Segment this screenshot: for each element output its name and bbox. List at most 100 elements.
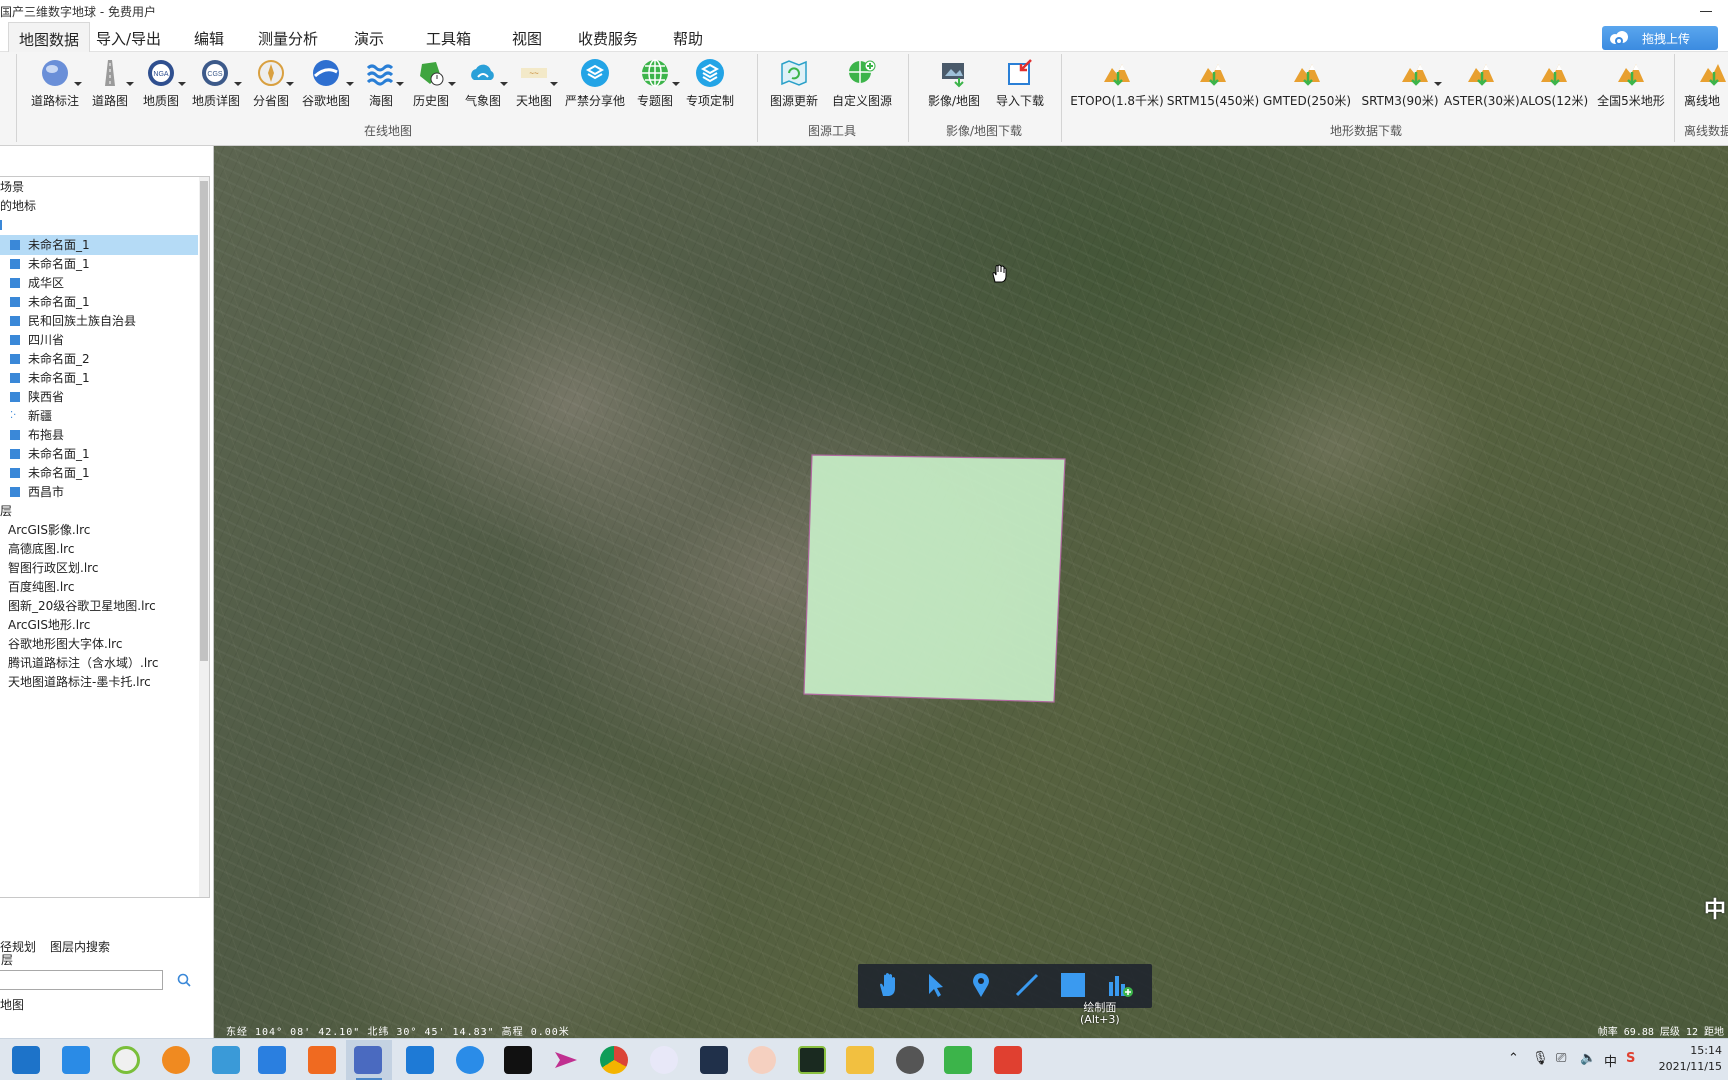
layer-item[interactable]: 腾讯道路标注（含水域）.lrc xyxy=(8,653,158,673)
nga-icon: NGA xyxy=(148,60,174,86)
google-map-button[interactable]: 谷歌地图 xyxy=(300,54,354,110)
drawn-polygon-layer xyxy=(803,454,1066,703)
taskbar-app-icon[interactable] xyxy=(700,1046,728,1074)
drag-upload-button[interactable]: 拖拽上传 xyxy=(1602,26,1718,50)
system-clock[interactable]: 15:14 2021/11/15 xyxy=(1659,1043,1722,1075)
taskbar-app-icon[interactable] xyxy=(212,1046,240,1074)
tree-layers-header[interactable]: 层 xyxy=(0,501,12,521)
history-map-button[interactable]: 历史图 xyxy=(410,54,456,110)
polygon-icon xyxy=(10,278,20,288)
layer-item[interactable]: 图新_20级谷歌卫星地图.lrc xyxy=(8,596,156,616)
taskbar-app-icon[interactable] xyxy=(62,1046,90,1074)
map-tree-item[interactable]: 地图 xyxy=(0,996,24,1013)
srtm3-button[interactable]: SRTM3(90米) xyxy=(1358,54,1442,110)
geology-map-button[interactable]: NGA 地质图 xyxy=(140,54,186,110)
menu-measure[interactable]: 测量分析 xyxy=(258,28,318,49)
menu-toolbox[interactable]: 工具箱 xyxy=(426,28,471,49)
taskbar-app-icon[interactable] xyxy=(748,1046,776,1074)
menu-map-data[interactable]: 地图数据 xyxy=(8,22,91,52)
image-map-download-button[interactable]: 影像/地图 xyxy=(924,54,984,110)
no-sharing-button[interactable]: 严禁分享他 xyxy=(564,54,626,110)
blender-icon[interactable] xyxy=(162,1046,190,1074)
tab-layer-search[interactable]: 图层内搜索 xyxy=(50,938,110,955)
tree-scrollbar[interactable] xyxy=(199,177,209,897)
draw-polygon-icon[interactable] xyxy=(1058,970,1088,1000)
taskbar-app-icon[interactable] xyxy=(406,1046,434,1074)
taskbar-app-icon[interactable] xyxy=(12,1046,40,1074)
taskbar-app-icon[interactable] xyxy=(994,1046,1022,1074)
layer-item[interactable]: 百度纯图.lrc xyxy=(8,577,74,597)
search-icon[interactable] xyxy=(176,972,192,988)
alos-button[interactable]: ALOS(12米) xyxy=(1520,54,1588,110)
import-download-button[interactable]: 导入下载 xyxy=(994,54,1046,110)
placemark-icon[interactable] xyxy=(966,970,996,1000)
chart-add-icon[interactable] xyxy=(1104,970,1134,1000)
taskbar-app-icon[interactable] xyxy=(112,1046,140,1074)
thematic-map-button[interactable]: 专题图 xyxy=(634,54,680,110)
tree-scrollbar-thumb[interactable] xyxy=(200,181,208,661)
geology-detail-button[interactable]: CGS 地质详图 xyxy=(190,54,242,110)
menu-help[interactable]: 帮助 xyxy=(673,28,703,49)
send-icon[interactable] xyxy=(552,1046,580,1074)
hand-pan-icon[interactable] xyxy=(874,970,904,1000)
menu-import-export[interactable]: 导入/导出 xyxy=(96,28,161,49)
layer-item[interactable]: 天地图道路标注-墨卡托.lrc xyxy=(8,672,151,692)
layer-item[interactable]: 智图行政区划.lrc xyxy=(8,558,98,578)
road-map-button[interactable]: 道路图 xyxy=(88,54,134,110)
gmted-button[interactable]: GMTED(250米) xyxy=(1262,54,1352,110)
taskbar-app-icon[interactable] xyxy=(308,1046,336,1074)
taskbar-app-icon[interactable] xyxy=(798,1046,826,1074)
aster-button[interactable]: ASTER(30米) xyxy=(1444,54,1520,110)
etopo-button[interactable]: ETOPO(1.8千米) xyxy=(1070,54,1164,110)
tianditu-button[interactable]: ~~ 天地图 xyxy=(512,54,558,110)
map-viewport[interactable]: 绘制面 (Alt+3) 中 东经 104° 08' 42.10" 北纬 30° … xyxy=(214,146,1728,1038)
sea-chart-button[interactable]: 海图 xyxy=(362,54,404,110)
drag-upload-label: 拖拽上传 xyxy=(1642,32,1691,46)
terminal-icon[interactable] xyxy=(504,1046,532,1074)
menu-presentation[interactable]: 演示 xyxy=(354,28,384,49)
tree-marks-header[interactable]: 的地标 xyxy=(0,196,36,216)
layer-search-input[interactable]: 层 xyxy=(0,953,163,990)
taskbar-app-icon[interactable] xyxy=(944,1046,972,1074)
draw-line-icon[interactable] xyxy=(1012,970,1042,1000)
weather-map-button[interactable]: 气象图 xyxy=(462,54,508,110)
menu-view[interactable]: 视图 xyxy=(512,28,542,49)
tree-item[interactable]: 未命名面_1 xyxy=(0,235,198,255)
tianditu-icon: ~~ xyxy=(521,68,547,78)
minimize-icon[interactable] xyxy=(1700,3,1714,17)
road-label-button[interactable]: 道路标注 xyxy=(26,54,84,110)
layer-item[interactable]: 谷歌地形图大字体.lrc xyxy=(8,634,122,654)
offline-data-button[interactable]: 离线地 xyxy=(1684,54,1728,110)
tree-scene-header[interactable]: 场景 xyxy=(0,177,24,197)
file-explorer-icon[interactable] xyxy=(846,1046,874,1074)
layer-tree[interactable]: 场景 的地标 未命名面_1 未命名面_1 成华区 未命名面_1 民和回族土族自治… xyxy=(0,176,210,898)
polygon-icon xyxy=(10,430,20,440)
national-5m-terrain-button[interactable]: 全国5米地形 xyxy=(1592,54,1670,110)
custom-project-button[interactable]: 专项定制 xyxy=(684,54,736,110)
source-update-button[interactable]: 图源更新 xyxy=(768,54,820,110)
province-map-button[interactable]: 分省图 xyxy=(250,54,294,110)
hand-cursor-icon xyxy=(992,264,1007,283)
layer-item[interactable]: 高德底图.lrc xyxy=(8,539,74,559)
microphone-icon[interactable]: 🎙 xyxy=(1532,1051,1549,1066)
taskbar-app-icon[interactable] xyxy=(258,1046,286,1074)
network-icon[interactable]: ⎚ xyxy=(1556,1051,1566,1066)
taskbar-app-icon[interactable] xyxy=(456,1046,484,1074)
tray-expand-icon[interactable]: ⌃ xyxy=(1508,1051,1519,1066)
custom-source-button[interactable]: 自定义图源 xyxy=(830,54,894,110)
ime-indicator[interactable]: 中 xyxy=(1604,1051,1617,1070)
select-arrow-icon[interactable] xyxy=(920,970,950,1000)
srtm15-button[interactable]: SRTM15(450米) xyxy=(1166,54,1260,110)
chrome-icon[interactable] xyxy=(600,1046,628,1074)
polygon-icon xyxy=(10,335,20,345)
menu-edit[interactable]: 编辑 xyxy=(194,28,224,49)
taskbar-app-icon[interactable] xyxy=(650,1046,678,1074)
sogou-ime-icon[interactable]: S xyxy=(1626,1051,1635,1066)
taskbar-app-icon[interactable] xyxy=(896,1046,924,1074)
volume-icon[interactable]: 🔈 xyxy=(1580,1051,1596,1066)
layer-item[interactable]: ArcGIS地形.lrc xyxy=(8,615,90,635)
digital-earth-taskbar-icon[interactable] xyxy=(354,1046,382,1074)
drawn-polygon[interactable] xyxy=(803,454,1066,703)
layer-item[interactable]: ArcGIS影像.lrc xyxy=(8,520,90,540)
menu-paid-service[interactable]: 收费服务 xyxy=(578,28,638,49)
